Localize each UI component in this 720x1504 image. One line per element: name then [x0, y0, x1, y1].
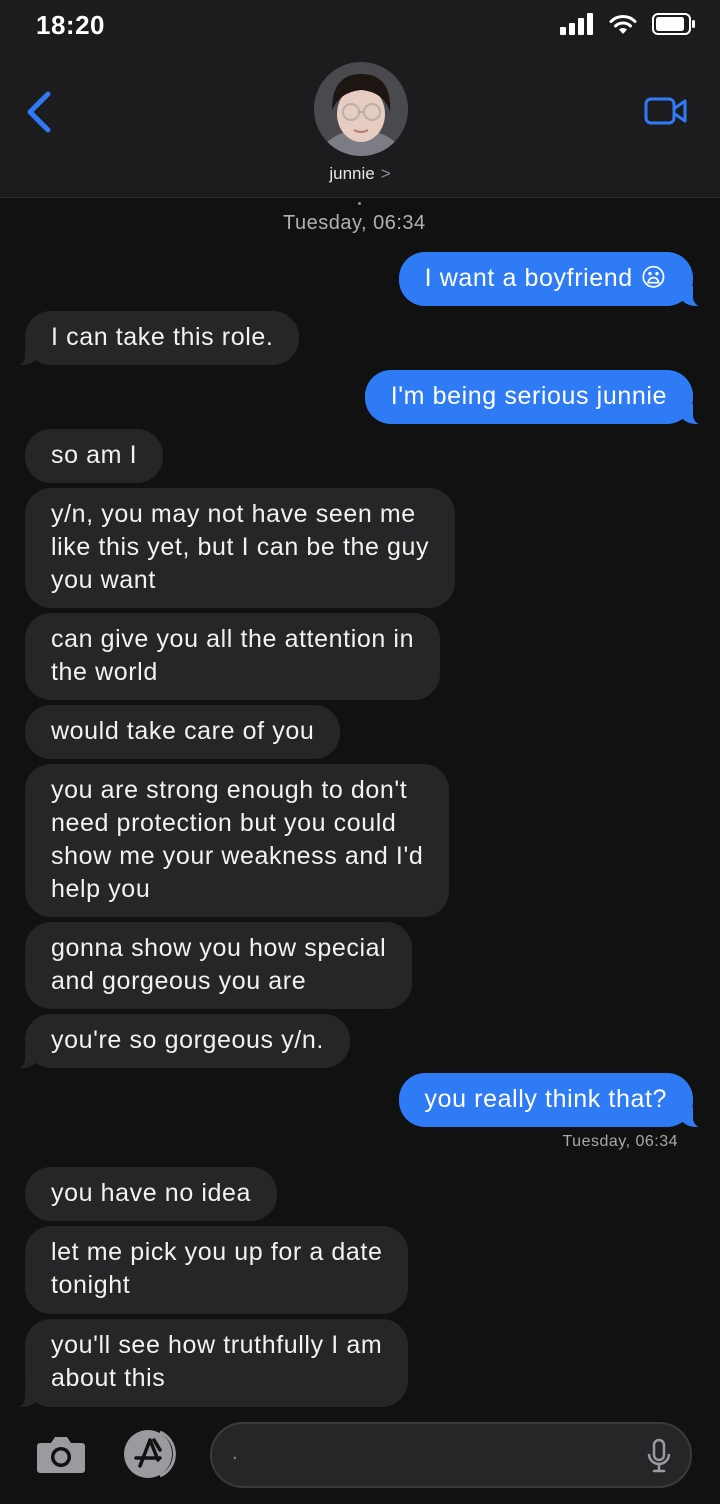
timestamp: Tuesday, 06:34 [283, 212, 426, 234]
status-bar: 18:20 [0, 0, 720, 52]
message-bubble-incoming[interactable]: you are strong enough to don't need prot… [25, 764, 450, 917]
message-bubble-incoming[interactable]: you have no idea [25, 1167, 278, 1221]
battery-icon [652, 13, 695, 35]
message-bubble-incoming[interactable]: so am I [25, 429, 164, 483]
wifi-icon [609, 15, 637, 34]
status-time: 18:20 [36, 10, 105, 40]
avatar[interactable] [314, 62, 408, 156]
camera-icon[interactable] [36, 1434, 86, 1474]
message-input-text: . [232, 1442, 238, 1464]
message-bubble-incoming[interactable]: would take care of you [25, 705, 341, 759]
message-bubble-incoming[interactable]: you're so gorgeous y/n. [13, 1014, 350, 1069]
message-bubble-incoming[interactable]: let me pick you up for a date tonight [25, 1226, 409, 1314]
divider-dot [358, 202, 361, 205]
message-bubble-outgoing[interactable]: I want a boyfriend 😦 [398, 252, 706, 307]
status-icons [560, 13, 696, 35]
signal-icon [560, 13, 593, 35]
app-store-icon[interactable] [120, 1426, 182, 1482]
chevron-right-icon: > [380, 164, 391, 183]
compose-bar: . [0, 1410, 720, 1504]
message-bubble-incoming[interactable]: gonna show you how special and gorgeous … [25, 922, 413, 1009]
delivered-timestamp: Tuesday, 06:34 [562, 1133, 678, 1150]
contact-name-button[interactable]: junnie > [0, 164, 720, 184]
message-input[interactable]: . [210, 1422, 692, 1488]
video-call-icon[interactable] [644, 96, 688, 126]
back-chevron-icon[interactable] [24, 90, 56, 134]
message-bubble-incoming[interactable]: I can take this role. [12, 311, 300, 366]
microphone-icon[interactable] [646, 1438, 672, 1474]
message-bubble-incoming[interactable]: can give you all the attention in the wo… [25, 613, 441, 700]
contact-name: junnie [329, 164, 375, 183]
message-bubble-incoming[interactable]: y/n, you may not have seen me like this … [25, 488, 456, 608]
message-bubble-outgoing[interactable]: I'm being serious junnie [364, 370, 706, 425]
message-bubble-outgoing[interactable]: you really think that? [398, 1073, 705, 1128]
message-bubble-incoming[interactable]: you'll see how truthfully I am about thi… [12, 1319, 409, 1408]
conversation-header: junnie > [0, 52, 720, 198]
